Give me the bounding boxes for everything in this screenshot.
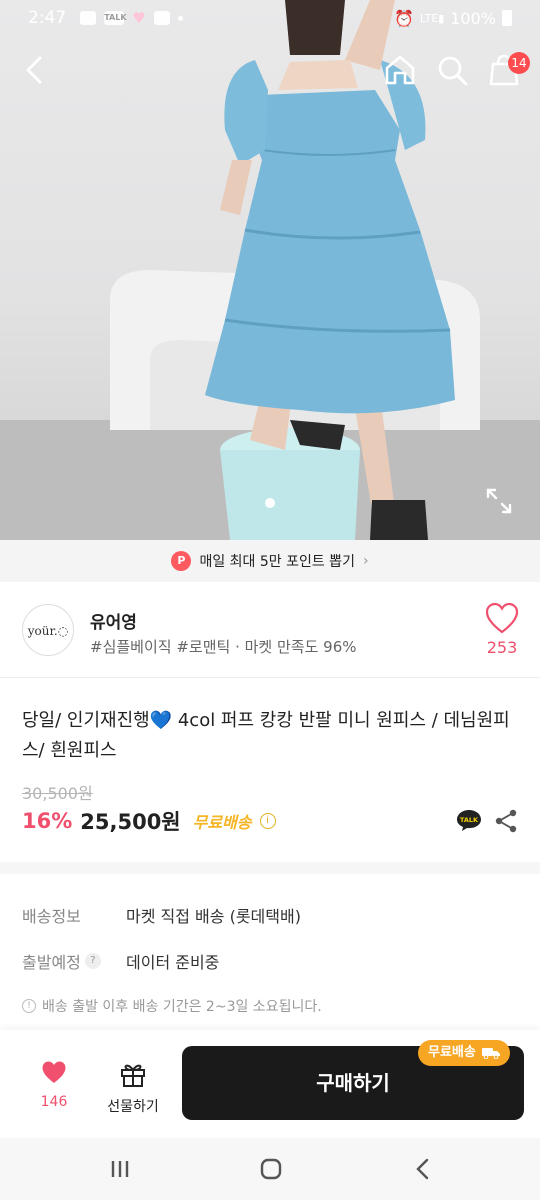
heart-filled-icon [42, 1061, 66, 1083]
original-price: 30,500원 [22, 784, 93, 803]
section-divider [0, 862, 540, 874]
heart-outline-icon[interactable] [484, 602, 520, 636]
message-icon [80, 11, 97, 25]
gift-label: 선물하기 [107, 1099, 159, 1115]
product-title: 당일/ 인기재진행💙 4col 퍼프 캉캉 반팔 미니 원피스 / 데님원피스/… [22, 710, 510, 761]
bottom-action-bar: 146 선물하기 구매하기 무료배송 [0, 1030, 540, 1138]
heart-icon: ♥ [132, 9, 146, 27]
seller-tags: #심플베이직 #로맨틱 · 마켓 만족도 96% [90, 638, 357, 656]
shipping-info-label: 배송정보 [22, 907, 81, 926]
seller-like-count: 253 [486, 638, 518, 657]
alert-icon: ! [22, 999, 36, 1013]
like-button[interactable]: 146 [24, 1060, 84, 1110]
shipping-method-row: 배송정보 마켓 직접 배송 (롯데택배) [22, 902, 522, 928]
battery-icon [502, 10, 512, 26]
shipping-info: 배송정보 마켓 직접 배송 (롯데택배) 출발예정 ? 데이터 준비중 ! 배송… [22, 902, 522, 1015]
departure-row: 출발예정 ? 데이터 준비중 [22, 948, 522, 974]
price-row: 16% 25,500원 무료배송 i [22, 806, 276, 836]
svg-text:TALK: TALK [460, 816, 479, 824]
home-icon[interactable] [380, 50, 420, 90]
truck-icon [481, 1048, 500, 1059]
alarm-icon: ⏰ [393, 8, 414, 28]
chevron-right-icon: › [362, 553, 369, 569]
seller-logo[interactable]: yoür.◌ [22, 604, 74, 656]
shipping-note: ! 배송 출발 이후 배송 기간은 2~3일 소요됩니다. [22, 996, 322, 1016]
free-shipping-tag-label: 무료배송 [428, 1045, 476, 1060]
product-image[interactable]: 2:47 TALK ♥ ⏰ LTE▮ 100% 14 [0, 0, 540, 540]
info-icon[interactable]: i [259, 813, 276, 829]
cart-button[interactable]: 14 [484, 50, 530, 90]
signal-icon: LTE▮ [419, 11, 445, 25]
expand-icon[interactable] [484, 486, 514, 516]
back-button-icon[interactable] [408, 1154, 438, 1184]
seller-info[interactable]: yoür.◌ 유어영 #심플베이직 #로맨틱 · 마켓 만족도 96% 253 [0, 582, 540, 678]
free-shipping-tag: 무료배송 [418, 1040, 510, 1066]
search-icon[interactable] [432, 50, 472, 90]
gift-icon [121, 1064, 145, 1087]
points-icon: P [171, 551, 192, 571]
discount-rate: 16% [22, 809, 73, 833]
departure-label: 출발예정 [22, 953, 81, 972]
gallery-icon [153, 11, 170, 25]
departure-label-group: 출발예정 ? [22, 949, 126, 973]
share-icon[interactable] [494, 808, 518, 834]
status-bar: 2:47 TALK ♥ ⏰ LTE▮ 100% [0, 0, 540, 36]
promo-text: 매일 최대 5만 포인트 뽑기 [199, 554, 355, 570]
points-promo-banner[interactable]: P 매일 최대 5만 포인트 뽑기 › [0, 540, 540, 582]
shipping-note-text: 배송 출발 이후 배송 기간은 2~3일 소요됩니다. [42, 999, 322, 1015]
back-icon[interactable] [16, 50, 56, 90]
departure-value: 데이터 준비중 [126, 953, 220, 972]
system-navigation-bar [0, 1138, 540, 1200]
like-count: 146 [40, 1094, 68, 1110]
more-notifications-icon [177, 15, 183, 21]
sale-price: 25,500원 [80, 810, 181, 834]
recent-apps-icon[interactable] [105, 1154, 135, 1184]
gift-button[interactable]: 선물하기 [100, 1060, 166, 1116]
cart-count-badge: 14 [508, 52, 530, 74]
status-time: 2:47 [28, 8, 67, 28]
help-icon[interactable]: ? [84, 953, 101, 969]
shipping-info-value: 마켓 직접 배송 (롯데택배) [126, 907, 301, 926]
free-shipping-badge: 무료배송 [192, 813, 252, 832]
battery-level: 100% [450, 8, 496, 28]
seller-name[interactable]: 유어영 [90, 608, 137, 633]
home-button-icon[interactable] [256, 1154, 286, 1184]
top-navigation: 14 [0, 46, 540, 94]
carousel-indicator [265, 498, 275, 508]
kakaotalk-share-icon[interactable]: TALK [456, 808, 482, 832]
kakaotalk-icon: TALK [104, 11, 127, 25]
